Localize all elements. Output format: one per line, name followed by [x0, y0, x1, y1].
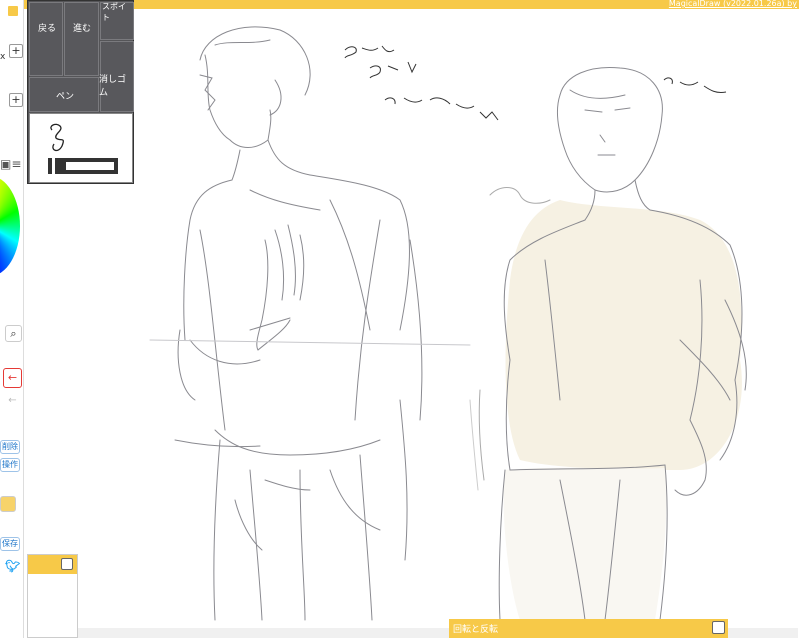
sidebar-toggle-checkbox[interactable] — [6, 4, 20, 18]
left-sidebar: x + + ▣≡ ⌕ ← ← 削除 操作 保存 🐦︎ — [0, 0, 24, 638]
redo-button[interactable]: 進む — [64, 2, 99, 76]
color-wheel[interactable] — [0, 176, 20, 276]
rotate-flip-checkbox[interactable] — [712, 621, 725, 634]
opacity-plus-button[interactable]: + — [9, 93, 23, 107]
eraser-button[interactable]: 消しゴム — [99, 41, 134, 112]
bottom-left-panel-header — [28, 555, 77, 574]
tool-palette: 戻る 進む スポイト 消しゴム ペン — [27, 0, 134, 184]
rotate-flip-title: 回転と反転 — [453, 625, 499, 635]
save-button[interactable]: 保存 — [0, 537, 20, 551]
undo-button[interactable]: 戻る — [29, 2, 63, 76]
brush-stroke-icon — [48, 123, 118, 174]
redo-arrow-icon[interactable]: ← — [5, 393, 20, 408]
size-plus-button[interactable]: + — [9, 44, 23, 58]
layers-icon[interactable]: ▣≡ — [0, 153, 24, 175]
right-figure-shirt-fill — [505, 200, 742, 470]
bottom-left-panel-checkbox[interactable] — [61, 558, 73, 570]
rotate-flip-panel: 回転と反転 — [449, 619, 728, 638]
color-swatch[interactable] — [0, 496, 16, 512]
delete-button[interactable]: 削除 — [0, 440, 20, 454]
pen-button[interactable]: ペン — [29, 77, 99, 112]
twitter-icon[interactable]: 🐦︎ — [5, 559, 20, 573]
bottom-left-panel — [27, 554, 78, 638]
app-title-link[interactable]: MagicalDraw (v2022.01.26a) by — [669, 0, 797, 8]
app-window: MagicalDraw (v2022.01.26a) by x + + ▣≡ ⌕… — [0, 0, 799, 638]
brush-preview — [29, 113, 133, 183]
operate-button[interactable]: 操作 — [0, 458, 20, 472]
size-x-label: x — [0, 52, 6, 62]
zoom-search-icon[interactable]: ⌕ — [5, 325, 22, 342]
eyedropper-button[interactable]: スポイト — [100, 2, 134, 40]
right-figure-pants-fill — [503, 467, 667, 620]
handwriting-strokes — [344, 45, 727, 121]
undo-arrow-icon[interactable]: ← — [3, 368, 22, 388]
